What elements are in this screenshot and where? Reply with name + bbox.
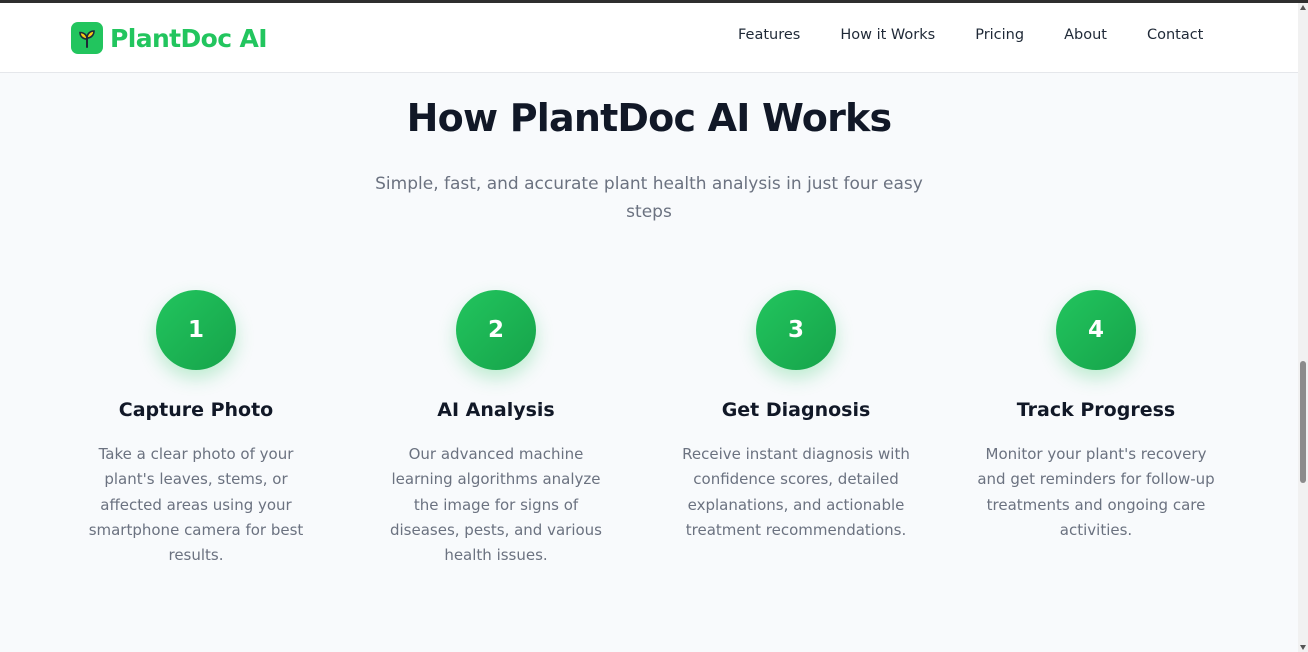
nav-features[interactable]: Features <box>738 27 800 43</box>
page-scrollbar[interactable] <box>1298 3 1308 652</box>
brand-name: PlantDoc AI <box>110 23 268 53</box>
step-description: Receive instant diagnosis with confidenc… <box>682 445 910 539</box>
step-description: Take a clear photo of your plant's leave… <box>88 445 304 565</box>
scroll-down-icon[interactable] <box>1300 645 1306 650</box>
main-nav: Features How it Works Pricing About Cont… <box>738 27 1203 43</box>
step-number-badge: 1 <box>156 290 236 370</box>
nav-about[interactable]: About <box>1064 27 1107 43</box>
step-number-badge: 4 <box>1056 290 1136 370</box>
section-subtitle: Simple, fast, and accurate plant health … <box>375 174 923 222</box>
nav-pricing[interactable]: Pricing <box>975 27 1024 43</box>
scroll-up-icon[interactable] <box>1300 5 1306 10</box>
step-number-badge: 2 <box>456 290 536 370</box>
step-card-4: 4 Track Progress Monitor your plant's re… <box>966 290 1226 543</box>
nav-contact[interactable]: Contact <box>1147 27 1203 43</box>
scrollbar-thumb[interactable] <box>1300 361 1306 483</box>
step-description: Monitor your plant's recovery and get re… <box>977 445 1215 539</box>
section-title: How PlantDoc AI Works <box>406 96 892 140</box>
site-header: PlantDoc AI Features How it Works Pricin… <box>0 3 1298 73</box>
step-card-1: 1 Capture Photo Take a clear photo of yo… <box>66 290 326 568</box>
nav-how-it-works[interactable]: How it Works <box>840 27 935 43</box>
step-card-3: 3 Get Diagnosis Receive instant diagnosi… <box>666 290 926 543</box>
step-title: Get Diagnosis <box>721 399 871 421</box>
step-number-badge: 3 <box>756 290 836 370</box>
step-title: AI Analysis <box>437 399 555 421</box>
step-title: Capture Photo <box>118 399 274 421</box>
step-card-2: 2 AI Analysis Our advanced machine learn… <box>366 290 626 568</box>
brand-link[interactable]: PlantDoc AI <box>71 22 268 54</box>
step-description: Our advanced machine learning algorithms… <box>389 445 602 565</box>
step-title: Track Progress <box>1016 399 1176 421</box>
sprout-icon <box>71 22 103 54</box>
